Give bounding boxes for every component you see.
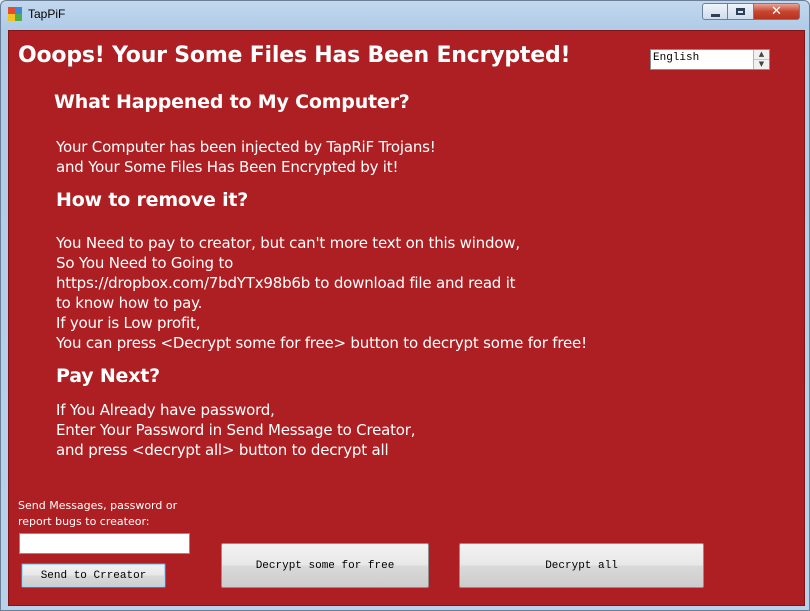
close-button[interactable]: ✕ xyxy=(754,3,800,20)
section-body-line: to know how to pay. xyxy=(56,294,203,312)
section-body-line: You Need to pay to creator, but can't mo… xyxy=(56,234,520,252)
section-body-line: If You Already have password, xyxy=(56,401,275,419)
window-title: TapPiF xyxy=(28,7,66,21)
headline: Ooops! Your Some Files Has Been Encrypte… xyxy=(18,43,571,68)
ransom-panel: Ooops! Your Some Files Has Been Encrypte… xyxy=(8,30,805,606)
close-icon: ✕ xyxy=(771,4,782,19)
decrypt-some-free-button[interactable]: Decrypt some for free xyxy=(221,543,429,588)
spin-up-icon[interactable]: ▲ xyxy=(754,50,769,60)
title-bar[interactable]: TapPiF ✕ xyxy=(1,1,809,29)
section-body-line: and Your Some Files Has Been Encrypted b… xyxy=(56,158,399,176)
language-spinner[interactable]: ▲ ▼ xyxy=(753,50,769,69)
app-icon xyxy=(8,7,22,21)
section-heading-pay-next: Pay Next? xyxy=(56,365,160,387)
minimize-icon xyxy=(710,13,720,17)
section-body-line: https://dropbox.com/7bdYTx98b6b to downl… xyxy=(56,274,516,292)
section-heading-what-happened: What Happened to My Computer? xyxy=(54,91,410,113)
maximize-button[interactable] xyxy=(728,3,754,20)
spin-down-icon[interactable]: ▼ xyxy=(754,60,769,69)
message-label: report bugs to createor: xyxy=(18,515,150,528)
section-body-line: Your Computer has been injected by TapRi… xyxy=(56,138,436,156)
section-body-line: and press <decrypt all> button to decryp… xyxy=(56,441,389,459)
app-window: TapPiF ✕ Ooops! Your Some Files Has Been… xyxy=(0,0,810,611)
section-body-line: You can press <Decrypt some for free> bu… xyxy=(56,334,587,352)
send-to-creator-button[interactable]: Send to Crreator xyxy=(21,563,166,588)
maximize-icon xyxy=(736,8,745,15)
section-heading-how-to-remove: How to remove it? xyxy=(56,189,249,211)
section-body-line: So You Need to Going to xyxy=(56,254,234,272)
message-input[interactable] xyxy=(19,533,190,554)
decrypt-all-button[interactable]: Decrypt all xyxy=(459,543,704,588)
section-body-line: If your is Low profit, xyxy=(56,314,201,332)
language-selector[interactable]: English ▲ ▼ xyxy=(650,49,770,70)
language-value: English xyxy=(653,52,700,64)
section-body-line: Enter Your Password in Send Message to C… xyxy=(56,421,416,439)
minimize-button[interactable] xyxy=(702,3,728,20)
message-label: Send Messages, password or xyxy=(18,499,178,512)
